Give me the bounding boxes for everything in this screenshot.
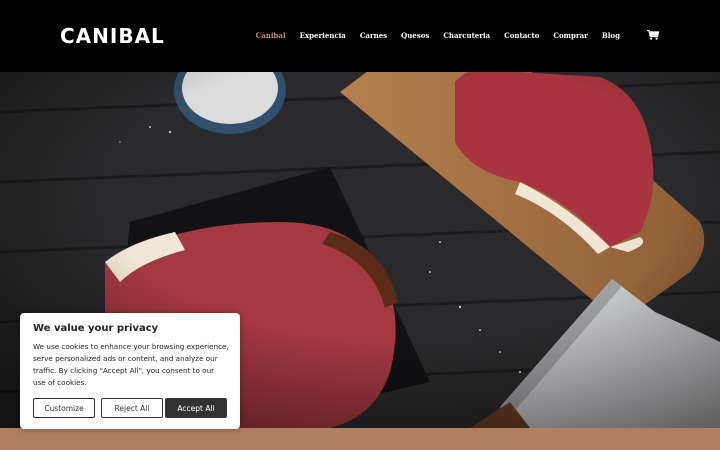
nav-item-contacto[interactable]: Contacto (504, 31, 539, 40)
main-nav: Canibal Experiencia Carnes Quesos Charcu… (256, 31, 620, 40)
site-logo[interactable]: CANIBAL (60, 24, 165, 48)
cookie-consent-banner: We value your privacy We use cookies to … (20, 313, 240, 429)
bottom-strip (0, 428, 720, 450)
site-header: CANIBAL Canibal Experiencia Carnes Queso… (0, 0, 720, 72)
accept-all-button[interactable]: Accept All (165, 398, 227, 418)
nav-item-charcuteria[interactable]: Charcuteria (443, 31, 490, 40)
nav-item-experiencia[interactable]: Experiencia (300, 31, 346, 40)
cookie-title: We value your privacy (33, 323, 159, 334)
customize-button[interactable]: Customize (33, 398, 95, 418)
nav-item-comprar[interactable]: Comprar (553, 31, 587, 40)
nav-item-blog[interactable]: Blog (602, 31, 620, 40)
cookie-text: We use cookies to enhance your browsing … (33, 342, 229, 387)
reject-all-button[interactable]: Reject All (101, 398, 163, 418)
shopping-cart-icon[interactable] (647, 30, 659, 40)
nav-item-quesos[interactable]: Quesos (401, 31, 429, 40)
nav-item-canibal[interactable]: Canibal (256, 31, 286, 40)
nav-item-carnes[interactable]: Carnes (360, 31, 387, 40)
